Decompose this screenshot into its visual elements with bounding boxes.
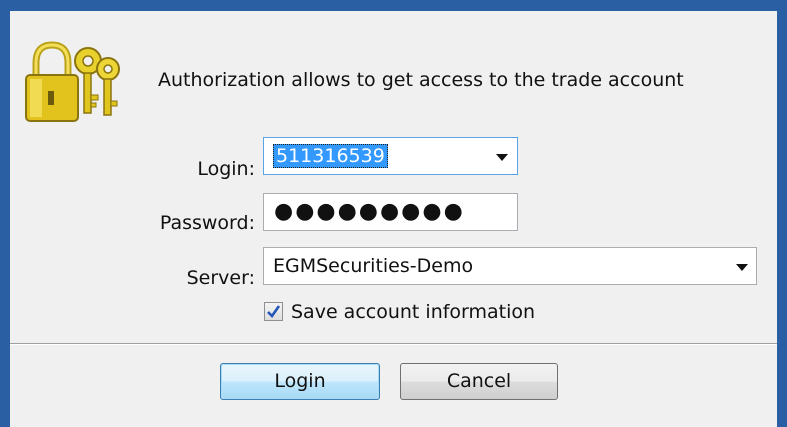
login-label: Login: <box>197 158 255 180</box>
window-frame-left <box>0 0 10 427</box>
checkmark-icon <box>267 305 281 319</box>
login-value: 511316539 <box>273 144 388 168</box>
save-account-checkbox[interactable] <box>264 302 283 321</box>
window-frame-top <box>0 0 787 11</box>
server-combobox[interactable]: EGMSecurities-Demo <box>263 247 757 285</box>
password-field[interactable]: ●●●●●●●●● <box>263 193 518 231</box>
divider-highlight <box>10 344 777 345</box>
chevron-down-icon[interactable] <box>496 154 508 161</box>
cancel-button[interactable]: Cancel <box>400 363 558 400</box>
login-button[interactable]: Login <box>220 363 380 400</box>
save-account-label[interactable]: Save account information <box>291 301 535 323</box>
login-combobox[interactable]: 511316539 <box>263 137 518 175</box>
window-frame-right <box>777 0 787 427</box>
login-value-wrap: 511316539 <box>273 144 388 168</box>
chevron-down-icon[interactable] <box>736 264 748 271</box>
password-mask: ●●●●●●●●● <box>274 199 465 224</box>
authorization-dialog: Authorization allows to get access to th… <box>10 11 777 427</box>
dialog-description: Authorization allows to get access to th… <box>158 69 684 91</box>
server-value: EGMSecurities-Demo <box>273 255 474 277</box>
password-label: Password: <box>159 212 255 234</box>
server-label: Server: <box>186 267 255 289</box>
lock-with-keys-icon <box>22 39 122 125</box>
